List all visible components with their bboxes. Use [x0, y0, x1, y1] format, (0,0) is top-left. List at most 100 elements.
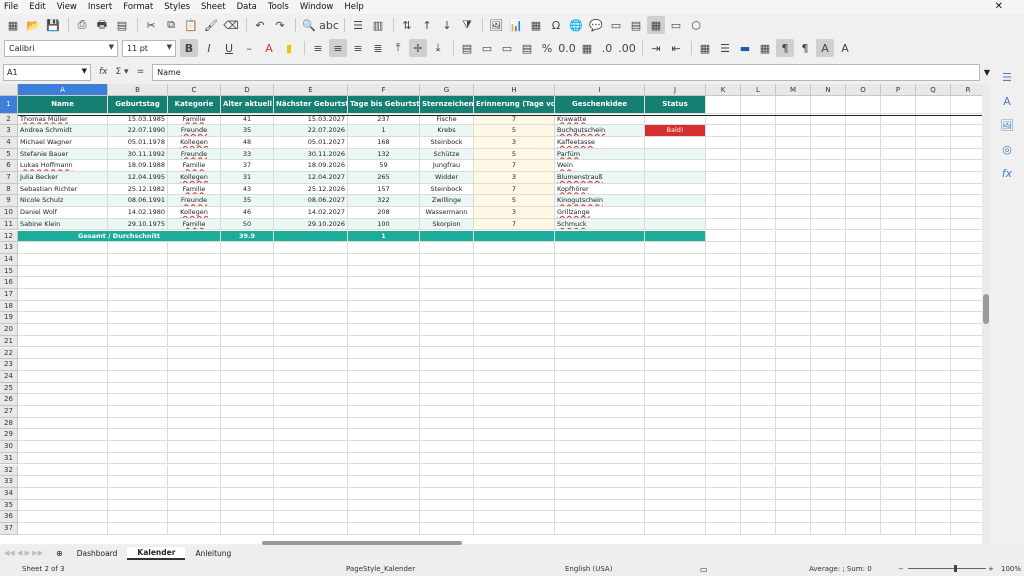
- grid-cell[interactable]: [168, 359, 221, 371]
- grid-cell[interactable]: [881, 511, 916, 523]
- table-cell[interactable]: 12.04.1995: [108, 172, 168, 184]
- grid-cell[interactable]: [645, 359, 706, 371]
- grid-cell[interactable]: [645, 289, 706, 301]
- align-left-icon[interactable]: ≡: [309, 39, 327, 57]
- grid-cell[interactable]: [348, 265, 420, 278]
- grid-cell[interactable]: [18, 335, 108, 348]
- right-to-left-icon[interactable]: ¶: [796, 39, 814, 57]
- grid-cell[interactable]: [274, 382, 348, 395]
- grid-cell[interactable]: [881, 160, 916, 172]
- grid-cell[interactable]: [951, 417, 986, 430]
- row-header[interactable]: 8: [0, 183, 18, 196]
- grid-cell[interactable]: [846, 394, 881, 406]
- export-pdf-icon[interactable]: ⎙: [73, 16, 91, 34]
- table-cell[interactable]: Freunde: [168, 148, 221, 161]
- grid-cell[interactable]: [776, 218, 811, 231]
- grid-cell[interactable]: [741, 300, 776, 313]
- grid-cell[interactable]: [221, 499, 274, 512]
- grid-cell[interactable]: [951, 277, 986, 289]
- row-header[interactable]: 9: [0, 195, 18, 208]
- grid-cell[interactable]: [221, 242, 274, 254]
- column-header-o[interactable]: O: [846, 84, 881, 96]
- row-header[interactable]: 34: [0, 487, 18, 500]
- grid-cell[interactable]: [274, 464, 348, 477]
- grid-cell[interactable]: [474, 382, 555, 395]
- functions-icon[interactable]: fx: [998, 164, 1016, 182]
- grid-cell[interactable]: [348, 429, 420, 442]
- grid-cell[interactable]: [108, 324, 168, 336]
- clone-formatting-icon[interactable]: 🖌: [202, 16, 220, 34]
- table-cell[interactable]: 43: [221, 183, 274, 196]
- grid-cell[interactable]: [776, 429, 811, 442]
- grid-cell[interactable]: [420, 347, 474, 360]
- column-header-e[interactable]: E: [274, 84, 348, 96]
- grid-cell[interactable]: [951, 452, 986, 465]
- grid-cell[interactable]: [706, 382, 741, 395]
- grid-cell[interactable]: [811, 96, 846, 114]
- totals-label[interactable]: Gesamt / Durchschnitt: [18, 230, 221, 243]
- grid-cell[interactable]: [916, 394, 951, 406]
- grid-cell[interactable]: [108, 417, 168, 430]
- grid-cell[interactable]: [916, 136, 951, 149]
- column-header-p[interactable]: P: [881, 84, 916, 96]
- grid-cell[interactable]: [951, 195, 986, 208]
- table-cell[interactable]: [645, 207, 706, 219]
- grid-cell[interactable]: [645, 464, 706, 477]
- grid-cell[interactable]: [846, 207, 881, 219]
- grid-cell[interactable]: [274, 253, 348, 266]
- grid-cell[interactable]: [776, 324, 811, 336]
- merge-cells-icon[interactable]: ▭: [498, 39, 516, 57]
- grid-cell[interactable]: [645, 335, 706, 348]
- column-header-k[interactable]: K: [706, 84, 741, 96]
- grid-cell[interactable]: [811, 300, 846, 313]
- grid-cell[interactable]: [18, 370, 108, 383]
- row-header[interactable]: 2: [0, 113, 18, 126]
- grid-cell[interactable]: [741, 511, 776, 523]
- grid-cell[interactable]: [168, 441, 221, 453]
- grid-cell[interactable]: [474, 289, 555, 301]
- grid-cell[interactable]: [420, 300, 474, 313]
- grid-cell[interactable]: [881, 230, 916, 243]
- grid-cell[interactable]: [474, 242, 555, 254]
- grid-cell[interactable]: [776, 136, 811, 149]
- grid-cell[interactable]: [221, 277, 274, 289]
- grid-cell[interactable]: [811, 207, 846, 219]
- grid-cell[interactable]: [221, 476, 274, 488]
- grid-cell[interactable]: [645, 417, 706, 430]
- grid-cell[interactable]: [811, 441, 846, 453]
- row-header[interactable]: 28: [0, 417, 18, 430]
- grid-cell[interactable]: [916, 523, 951, 535]
- grid-cell[interactable]: [846, 242, 881, 254]
- grid-cell[interactable]: [951, 359, 986, 371]
- column-header-b[interactable]: B: [108, 84, 168, 96]
- new-document-icon[interactable]: ▦: [4, 16, 22, 34]
- grid-cell[interactable]: [274, 394, 348, 406]
- table-cell[interactable]: Bald!: [645, 125, 706, 137]
- grid-cell[interactable]: [420, 452, 474, 465]
- grid-cell[interactable]: [555, 511, 645, 523]
- grid-cell[interactable]: [916, 370, 951, 383]
- grid-cell[interactable]: [221, 452, 274, 465]
- grid-cell[interactable]: [741, 464, 776, 477]
- grid-cell[interactable]: [776, 312, 811, 325]
- grid-cell[interactable]: [881, 523, 916, 535]
- grid-cell[interactable]: [776, 441, 811, 453]
- grid-cell[interactable]: [221, 312, 274, 325]
- grid-cell[interactable]: [951, 347, 986, 360]
- grid-cell[interactable]: [18, 382, 108, 395]
- row-header[interactable]: 10: [0, 207, 18, 219]
- grid-cell[interactable]: [811, 523, 846, 535]
- grid-cell[interactable]: [474, 347, 555, 360]
- grid-cell[interactable]: [881, 452, 916, 465]
- grid-cell[interactable]: [741, 265, 776, 278]
- grid-cell[interactable]: [776, 160, 811, 172]
- table-cell[interactable]: [645, 148, 706, 161]
- row-header[interactable]: 16: [0, 277, 18, 289]
- zoom-out-icon[interactable]: −: [898, 565, 904, 573]
- grid-cell[interactable]: [18, 253, 108, 266]
- grid-cell[interactable]: [348, 253, 420, 266]
- grid-cell[interactable]: [645, 265, 706, 278]
- grid-cell[interactable]: [348, 370, 420, 383]
- grid-cell[interactable]: [881, 136, 916, 149]
- table-cell[interactable]: Sabine Klein: [18, 218, 108, 231]
